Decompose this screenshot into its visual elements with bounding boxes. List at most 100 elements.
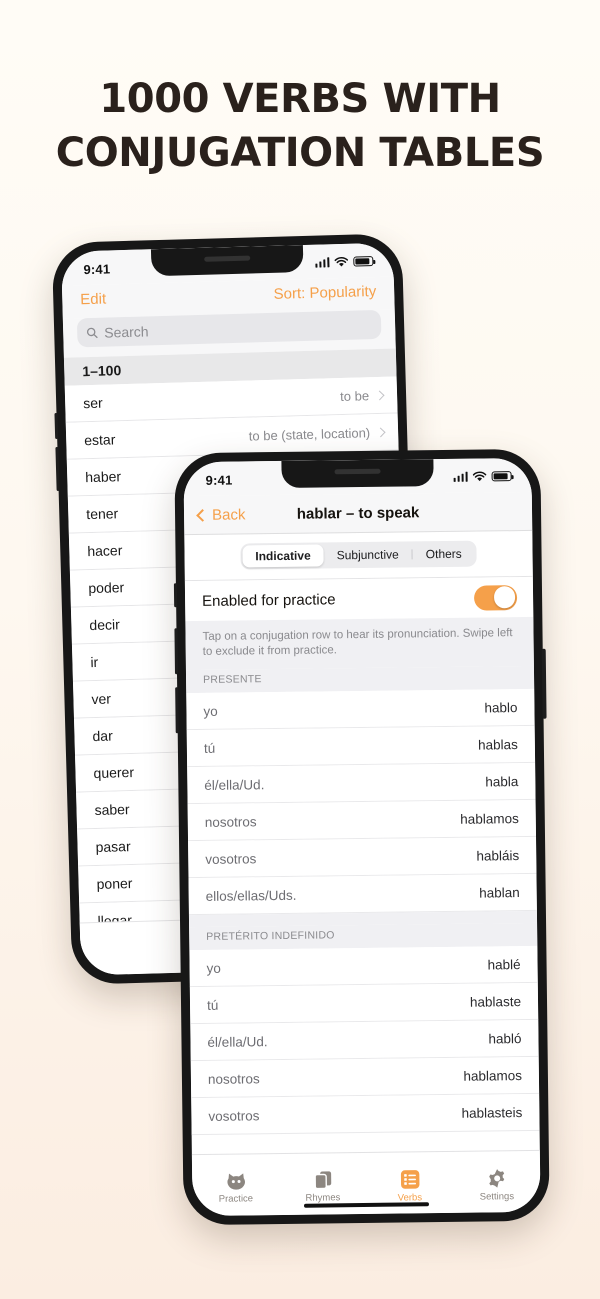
conjugation-row[interactable]: yo hablo [186, 688, 535, 731]
verb-lemma: saber [94, 801, 130, 819]
verb-gloss-text: to be [339, 387, 370, 404]
verb-gloss-text: to be (state, location) [248, 424, 371, 444]
conjugation-form: habláis [476, 847, 520, 864]
conjugation-form: hablan [479, 884, 520, 901]
gear-icon [488, 1168, 504, 1188]
verb-lemma: tener [86, 505, 119, 523]
verb-gloss: to be [339, 387, 385, 404]
conjugation-form: hablaste [469, 993, 522, 1010]
enabled-for-practice-toggle[interactable] [473, 584, 518, 611]
search-placeholder: Search [103, 322, 149, 341]
notch [281, 459, 434, 488]
tab-settings[interactable]: Settings [453, 1157, 541, 1213]
conjugation-row[interactable]: tú hablaste [189, 982, 539, 1025]
status-icons [453, 471, 512, 483]
conjugation-pronoun: nosotros [207, 1070, 260, 1087]
verb-title: hablar – to speak [296, 503, 420, 523]
conjugation-sections: PRESENTE yo hablo tú hablas él/ella/Ud. habla n… [185, 665, 540, 1136]
volume-up-button[interactable] [54, 412, 59, 440]
mood-segmented-control-container: Indicative Subjunctive Others [184, 530, 533, 582]
conjugation-row[interactable]: él/ella/Ud. habla [187, 762, 536, 805]
verb-lemma: pasar [95, 838, 131, 856]
verb-lemma: hacer [87, 542, 123, 560]
status-time: 9:41 [205, 472, 233, 488]
cat-icon [226, 1172, 245, 1190]
segment-subjunctive[interactable]: Subjunctive [324, 543, 412, 566]
mute-switch[interactable] [173, 583, 178, 608]
tab-label: Practice [218, 1192, 254, 1205]
conjugation-pronoun: tú [206, 997, 219, 1013]
search-icon [86, 327, 98, 338]
conjugation-row[interactable]: nosotros hablamos [187, 799, 537, 842]
verb-lemma: estar [84, 431, 116, 449]
verb-lemma: decir [89, 616, 120, 634]
conjugation-pronoun: yo [206, 960, 221, 976]
volume-down-button[interactable] [174, 687, 179, 734]
verb-lemma: poder [88, 579, 125, 597]
conjugation-pronoun: nosotros [204, 813, 257, 830]
conjugation-row[interactable]: nosotros hablamos [190, 1056, 540, 1099]
verb-lemma: poner [96, 875, 133, 893]
enabled-for-practice-row[interactable]: Enabled for practice [184, 576, 534, 622]
chevron-right-icon [375, 426, 386, 437]
verb-lemma: ir [90, 653, 99, 671]
edit-button[interactable]: Edit [80, 291, 106, 309]
conjugation-pronoun: vosotros [208, 1107, 260, 1124]
cards-icon [313, 1171, 331, 1190]
conjugation-row[interactable]: él/ella/Ud. habló [190, 1019, 539, 1062]
verb-lemma: dar [92, 727, 113, 745]
verb-lemma: ver [91, 690, 112, 708]
verb-lemma: querer [93, 763, 135, 782]
conjugation-row[interactable]: tú hablas [186, 725, 536, 768]
conjugation-row[interactable]: vosotros hablasteis [191, 1093, 540, 1136]
cellular-signal-icon [314, 257, 330, 268]
wifi-icon [472, 471, 487, 481]
list-icon [400, 1169, 419, 1189]
conjugation-form: hablamos [460, 810, 519, 827]
sort-button[interactable]: Sort: Popularity [273, 283, 376, 303]
tab-practice[interactable]: Practice [192, 1160, 280, 1216]
status-icons [314, 256, 374, 269]
volume-up-button[interactable] [173, 628, 178, 675]
page-title-line-2: CONJUGATION TABLES [55, 130, 545, 176]
verb-lemma: ser [82, 394, 103, 412]
chevron-right-icon [374, 389, 385, 400]
page-title-line-1: 1000 VERBS WITH [99, 76, 501, 122]
power-button[interactable] [541, 648, 547, 719]
earpiece-speaker [204, 255, 251, 262]
cellular-signal-icon [453, 471, 468, 482]
toggle-knob [493, 586, 516, 609]
conjugation-row[interactable]: vosotros habláis [188, 836, 537, 879]
back-button-label: Back [211, 505, 246, 524]
conjugation-row[interactable]: yo hablé [189, 945, 538, 988]
conjugation-pronoun: tú [203, 740, 216, 756]
verb-lemma: haber [85, 468, 122, 486]
conjugation-form: habló [488, 1030, 522, 1046]
front-phone-device: 9:41 Back hablar – to speak Indicative Su… [173, 448, 550, 1226]
segment-others[interactable]: Others [413, 543, 475, 566]
front-phone-screen: 9:41 Back hablar – to speak Indicative Su… [183, 457, 541, 1217]
conjugation-form: habla [485, 773, 519, 789]
conjugation-pronoun: ellos/ellas/Uds. [205, 887, 297, 904]
conjugation-form: hablo [484, 699, 518, 715]
mood-segmented-control[interactable]: Indicative Subjunctive Others [240, 540, 477, 570]
practice-hint-text: Tap on a conjugation row to hear its pro… [185, 616, 534, 671]
conjugation-row[interactable]: ellos/ellas/Uds. hablan [188, 873, 537, 916]
conjugation-form: hablé [487, 956, 521, 972]
conjugation-pronoun: él/ella/Ud. [207, 1033, 268, 1050]
conjugation-pronoun: él/ella/Ud. [204, 776, 265, 793]
conjugation-form: hablasteis [461, 1104, 523, 1121]
wifi-icon [334, 256, 349, 267]
battery-icon [353, 256, 374, 267]
volume-down-button[interactable] [55, 446, 60, 491]
chevron-left-icon [196, 508, 209, 522]
segment-indicative[interactable]: Indicative [242, 544, 324, 568]
tab-label: Rhymes [305, 1192, 341, 1204]
earpiece-speaker [334, 468, 381, 475]
page-title: 1000 VERBS WITH CONJUGATION TABLES [0, 72, 600, 180]
conjugation-form: hablas [477, 736, 518, 753]
tab-label: Settings [479, 1190, 515, 1203]
back-button[interactable]: Back [196, 505, 246, 524]
enabled-for-practice-label: Enabled for practice [202, 590, 336, 610]
status-time: 9:41 [83, 260, 111, 277]
